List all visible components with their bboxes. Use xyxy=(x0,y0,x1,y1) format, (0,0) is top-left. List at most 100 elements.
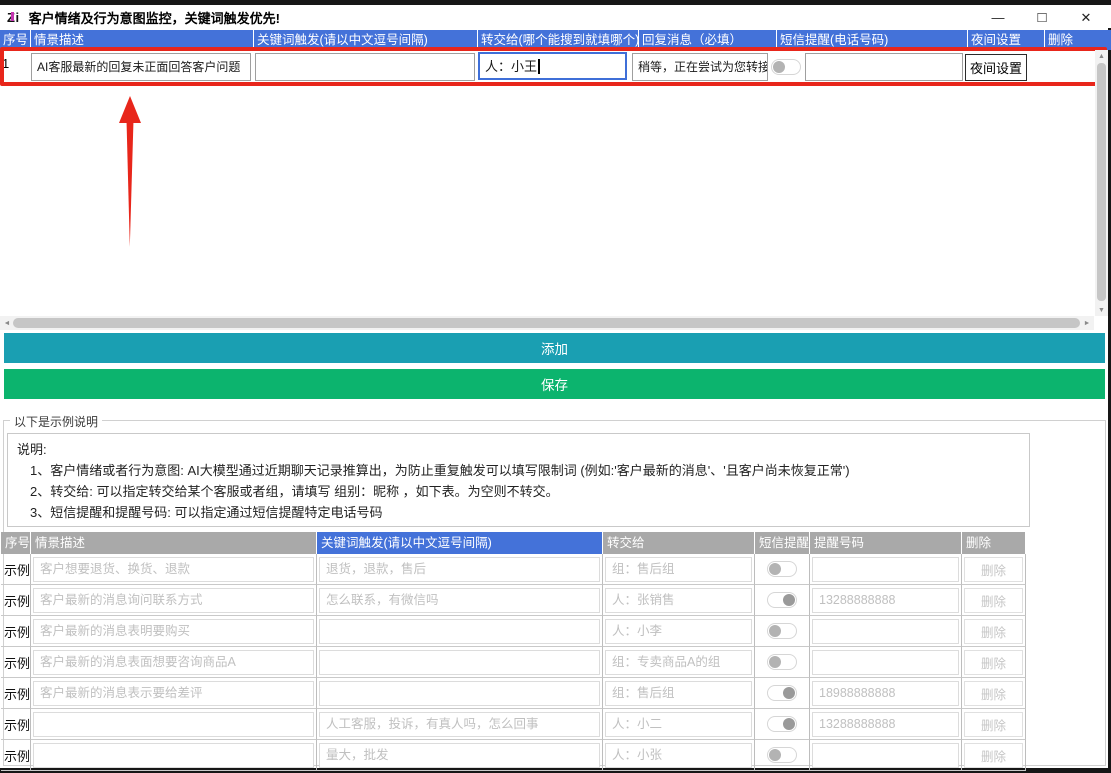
scroll-right-arrow-icon[interactable]: ► xyxy=(1080,316,1094,330)
keywords-input[interactable]: 退货，退款，售后 xyxy=(319,557,600,582)
transfer-input[interactable]: 组：售后组 xyxy=(605,681,752,706)
example-table-row: 示例 客户最新的消息表明要购买 人：小李 删除 xyxy=(1,616,1026,647)
scene-input[interactable]: 客户最新的消息表面想要咨询商品A xyxy=(33,650,314,675)
header-night: 夜间设置 xyxy=(968,30,1044,50)
delete-button[interactable]: 删除 xyxy=(964,712,1023,737)
row-seq-label: 示例 xyxy=(1,647,31,678)
save-button[interactable]: 保存 xyxy=(4,369,1105,399)
scene-input[interactable]: 客户最新的消息表明要购买 xyxy=(33,619,314,644)
phone-input[interactable] xyxy=(812,743,959,768)
note-line: 3、短信提醒和提醒号码: 可以指定通过短信提醒特定电话号码 xyxy=(17,502,1020,523)
scene-input[interactable]: 客户想要退货、换货、退款 xyxy=(33,557,314,582)
transfer-input[interactable]: 人：小二 xyxy=(605,712,752,737)
sms-toggle[interactable] xyxy=(767,561,797,577)
sms-toggle[interactable] xyxy=(767,654,797,670)
keywords-input[interactable]: 量大，批发 xyxy=(319,743,600,768)
phone-input[interactable] xyxy=(812,619,959,644)
notes-box: 说明: 1、客户情绪或者行为意图: AI大模型通过近期聊天记录推算出，为防止重复… xyxy=(7,433,1030,527)
sms-toggle[interactable] xyxy=(767,716,797,732)
ex-header-delete: 删除 xyxy=(962,532,1026,554)
example-table: 序号 情景描述 关键词触发(请以中文逗号间隔) 转交给 短信提醒 提醒号码 删除… xyxy=(1,532,1026,771)
header-reply: 回复消息（必填） xyxy=(639,30,776,50)
transfer-input[interactable]: 人：张销售 xyxy=(605,588,752,613)
sms-toggle[interactable] xyxy=(767,623,797,639)
row1-phone-input[interactable] xyxy=(805,53,963,81)
row1-sms-toggle-wrap xyxy=(771,59,801,75)
vertical-scrollbar[interactable]: ▲ ▼ xyxy=(1095,50,1108,316)
sms-toggle[interactable] xyxy=(767,592,797,608)
sms-toggle[interactable] xyxy=(767,685,797,701)
example-groupbox-legend: 以下是示例说明 xyxy=(10,413,102,430)
keywords-input[interactable] xyxy=(319,681,600,706)
add-button[interactable]: 添加 xyxy=(4,333,1105,363)
example-table-header: 序号 情景描述 关键词触发(请以中文逗号间隔) 转交给 短信提醒 提醒号码 删除 xyxy=(1,532,1026,554)
scene-input[interactable]: 客户最新的消息表示要给差评 xyxy=(33,681,314,706)
phone-input[interactable]: 13288888888 xyxy=(812,588,959,613)
scene-input[interactable]: 客户最新的消息询问联系方式 xyxy=(33,588,314,613)
row1-keywords-input[interactable] xyxy=(255,53,475,81)
row1-reply-input[interactable]: 稍等，正在尝试为您转接 xyxy=(632,53,768,81)
phone-input[interactable] xyxy=(812,650,959,675)
horizontal-scrollbar[interactable]: ◄ ► xyxy=(0,316,1094,330)
header-keywords: 关键词触发(请以中文逗号间隔) xyxy=(254,30,477,50)
transfer-input[interactable]: 组：专卖商品A的组 xyxy=(605,650,752,675)
scroll-up-arrow-icon[interactable]: ▲ xyxy=(1095,50,1108,62)
keywords-input[interactable] xyxy=(319,650,600,675)
example-table-row: 示例 人工客服，投诉，有真人吗，怎么回事 人：小二 13288888888 删除 xyxy=(1,709,1026,740)
delete-button[interactable]: 删除 xyxy=(964,557,1023,582)
phone-input[interactable]: 18988888888 xyxy=(812,681,959,706)
note-line: 2、转交给: 可以指定转交给某个客服或者组，请填写 组别：昵称 ，如下表。为空则… xyxy=(17,481,1020,502)
keywords-input[interactable] xyxy=(319,619,600,644)
phone-input[interactable] xyxy=(812,557,959,582)
horizontal-scroll-thumb[interactable] xyxy=(13,318,1080,328)
toggle-knob xyxy=(769,749,781,761)
toggle-knob xyxy=(769,625,781,637)
header-seq: 序号 xyxy=(0,30,30,50)
close-button[interactable]: ✕ xyxy=(1064,5,1108,30)
row1-sms-toggle[interactable] xyxy=(771,59,801,75)
main-table-header: 序号 情景描述 关键词触发(请以中文逗号间隔) 转交给(哪个能搜到就填哪个) 回… xyxy=(0,30,1111,50)
keywords-input[interactable]: 怎么联系，有微信吗 xyxy=(319,588,600,613)
window-controls: — □ ✕ xyxy=(976,5,1108,30)
example-table-row: 示例 客户最新的消息询问联系方式 怎么联系，有微信吗 人：张销售 1328888… xyxy=(1,585,1026,616)
transfer-input[interactable]: 人：小李 xyxy=(605,619,752,644)
phone-input[interactable]: 13288888888 xyxy=(812,712,959,737)
title-bar: Zi 客户情绪及行为意图监控，关键词触发优先! — □ ✕ xyxy=(0,5,1108,30)
toggle-knob xyxy=(773,61,785,73)
delete-button[interactable]: 删除 xyxy=(964,588,1023,613)
note-line: 1、客户情绪或者行为意图: AI大模型通过近期聊天记录推算出，为防止重复触发可以… xyxy=(17,460,1020,481)
scroll-left-arrow-icon[interactable]: ◄ xyxy=(0,316,14,330)
transfer-input[interactable]: 组：售后组 xyxy=(605,557,752,582)
ex-header-keywords: 关键词触发(请以中文逗号间隔) xyxy=(317,532,603,554)
scene-input[interactable] xyxy=(33,712,314,737)
delete-button[interactable]: 删除 xyxy=(964,681,1023,706)
row1-night-settings-button[interactable]: 夜间设置 xyxy=(965,54,1027,81)
scene-input[interactable] xyxy=(33,743,314,768)
ex-header-scene: 情景描述 xyxy=(31,532,317,554)
toggle-knob xyxy=(783,687,795,699)
keywords-input[interactable]: 人工客服，投诉，有真人吗，怎么回事 xyxy=(319,712,600,737)
vertical-scroll-thumb[interactable] xyxy=(1097,63,1106,301)
ex-header-transfer: 转交给 xyxy=(603,532,755,554)
ex-header-phone: 提醒号码 xyxy=(810,532,962,554)
row1-scene-input[interactable]: AI客服最新的回复未正面回答客户问题 xyxy=(31,53,251,81)
row-seq-label: 示例 xyxy=(1,709,31,740)
delete-button[interactable]: 删除 xyxy=(964,650,1023,675)
minimize-button[interactable]: — xyxy=(976,5,1020,30)
example-table-row: 示例 量大，批发 人：小张 删除 xyxy=(1,740,1026,771)
delete-button[interactable]: 删除 xyxy=(964,743,1023,768)
sms-toggle[interactable] xyxy=(767,747,797,763)
example-table-row: 示例 客户想要退货、换货、退款 退货，退款，售后 组：售后组 删除 xyxy=(1,554,1026,585)
row1-seq-label: 1 xyxy=(2,56,9,71)
toggle-knob xyxy=(769,563,781,575)
row-seq-label: 示例 xyxy=(1,678,31,709)
red-arrow-annotation xyxy=(112,90,156,252)
delete-button[interactable]: 删除 xyxy=(964,619,1023,644)
scroll-down-arrow-icon[interactable]: ▼ xyxy=(1095,304,1108,316)
row-seq-label: 示例 xyxy=(1,740,31,771)
note-line: 说明: xyxy=(17,439,1020,460)
window-title: 客户情绪及行为意图监控，关键词触发优先! xyxy=(29,8,280,27)
maximize-button[interactable]: □ xyxy=(1020,5,1064,30)
transfer-input[interactable]: 人：小张 xyxy=(605,743,752,768)
row1-transfer-input[interactable]: 人：小王 xyxy=(478,52,627,80)
